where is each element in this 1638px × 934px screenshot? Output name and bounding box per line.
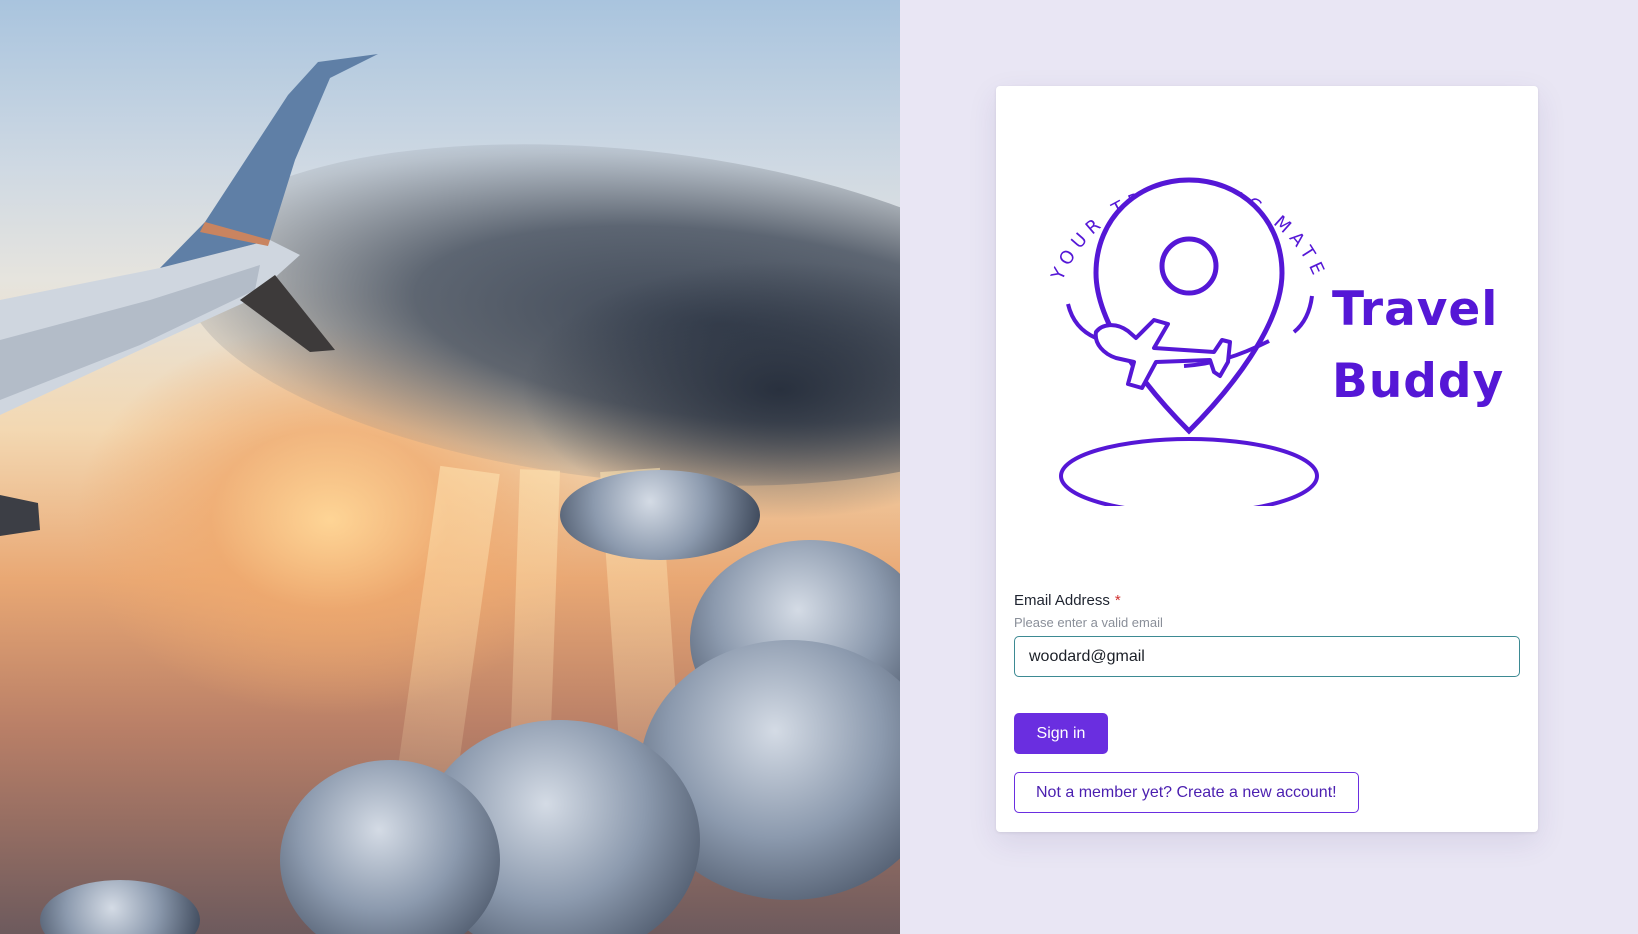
email-hint: Please enter a valid email [1014, 615, 1163, 630]
brand-name: Travel Buddy [1332, 274, 1504, 418]
login-page: YOUR TRAVELING MATE Travel Buddy [0, 0, 1638, 934]
create-account-button[interactable]: Not a member yet? Create a new account! [1014, 772, 1359, 813]
brand-name-line2: Buddy [1332, 354, 1505, 409]
sign-in-button[interactable]: Sign in [1014, 713, 1108, 754]
email-label-text: Email Address [1014, 592, 1110, 609]
email-field[interactable] [1014, 636, 1520, 677]
login-panel: YOUR TRAVELING MATE Travel Buddy [900, 0, 1638, 934]
email-label: Email Address * [1014, 592, 1520, 609]
airplane-wing [0, 54, 378, 536]
login-form: Email Address * Please enter a valid ema… [1014, 592, 1520, 813]
required-mark: * [1114, 592, 1121, 609]
login-card: YOUR TRAVELING MATE Travel Buddy [996, 86, 1538, 832]
brand-name-line1: Travel [1332, 282, 1499, 337]
hero-image [0, 0, 900, 934]
